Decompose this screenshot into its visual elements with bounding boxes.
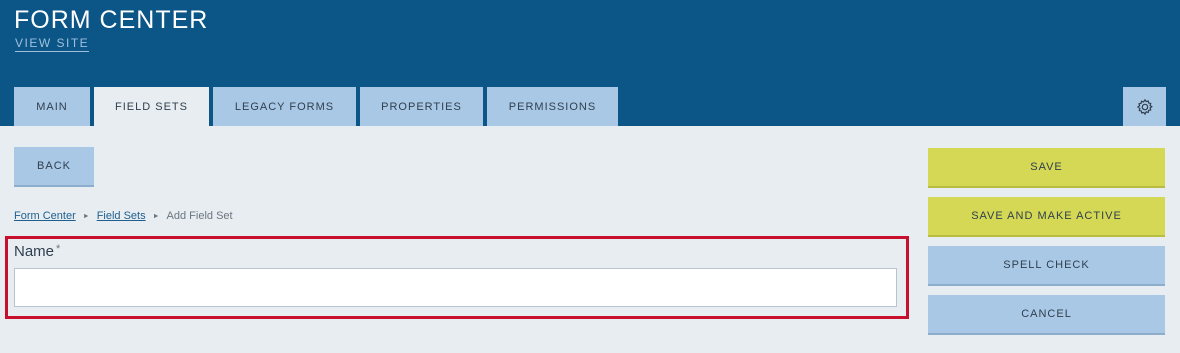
tab-field-sets[interactable]: FIELD SETS [94,87,209,126]
breadcrumb-separator: ► [152,212,160,220]
app-title: FORM CENTER [14,6,209,34]
cancel-button[interactable]: CANCEL [928,295,1165,335]
spell-check-button[interactable]: SPELL CHECK [928,246,1165,286]
name-input[interactable] [14,268,897,307]
breadcrumb: Form Center ► Field Sets ► Add Field Set [14,210,233,222]
name-label-text: Name [14,243,55,260]
header-bar: FORM CENTER VIEW SITE MAIN FIELD SETS LE… [0,0,1180,126]
breadcrumb-field-sets[interactable]: Field Sets [97,210,146,222]
save-and-make-active-button[interactable]: SAVE AND MAKE ACTIVE [928,197,1165,237]
view-site-link[interactable]: VIEW SITE [15,36,90,52]
tab-legacy-forms[interactable]: LEGACY FORMS [213,87,356,126]
save-button[interactable]: SAVE [928,148,1165,188]
tab-properties[interactable]: PROPERTIES [360,87,483,126]
gear-icon [1136,98,1153,115]
required-mark: * [56,243,61,255]
breadcrumb-form-center[interactable]: Form Center [14,210,76,222]
tab-main[interactable]: MAIN [14,87,90,126]
breadcrumb-separator: ► [82,212,90,220]
settings-button[interactable] [1123,87,1166,126]
tab-permissions[interactable]: PERMISSIONS [487,87,618,126]
name-label: Name * [14,243,60,260]
breadcrumb-current: Add Field Set [166,210,233,222]
back-button[interactable]: BACK [14,147,94,187]
